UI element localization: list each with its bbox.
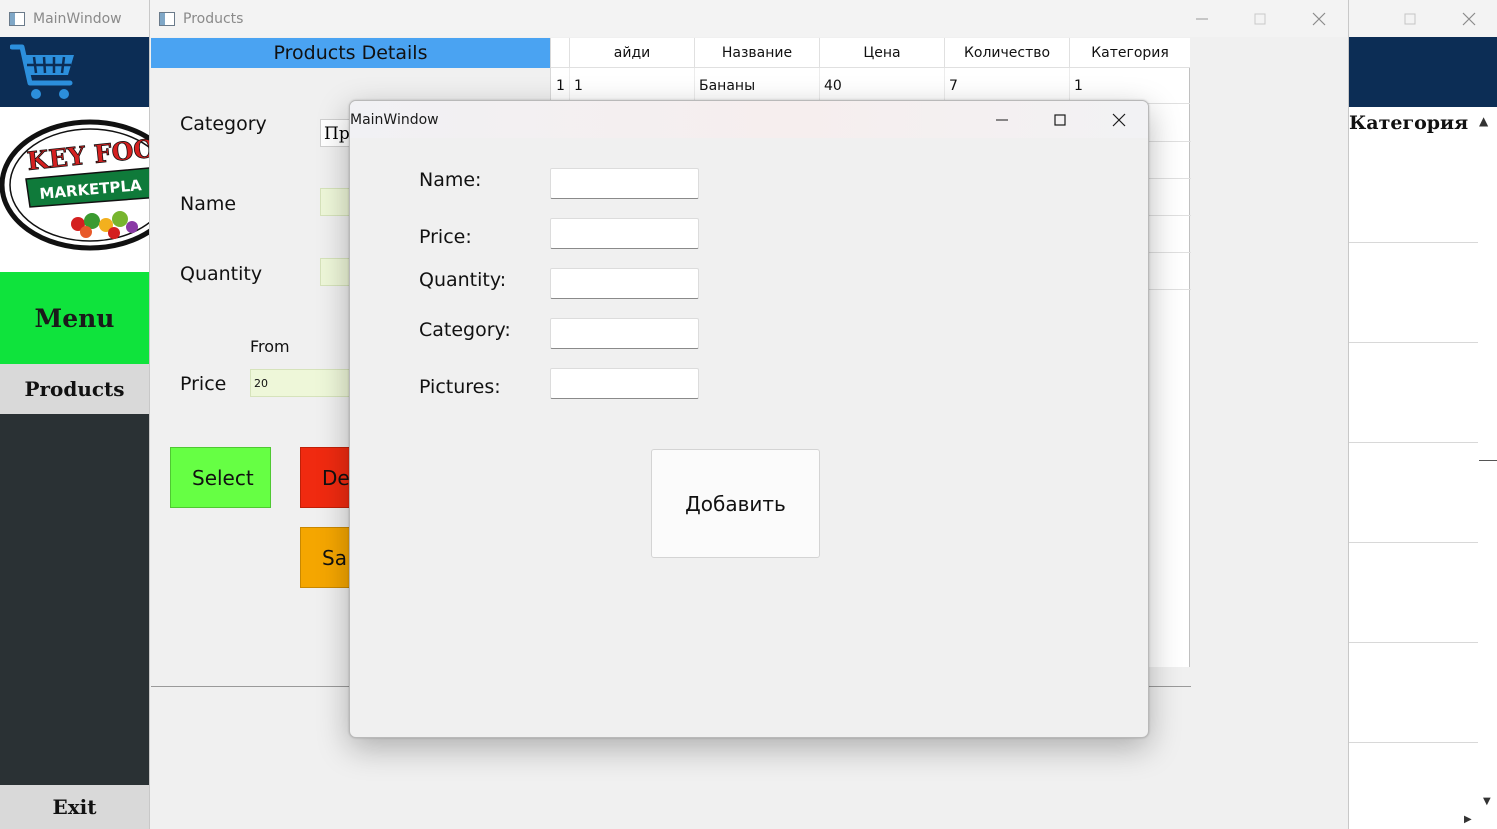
row-divider — [1349, 542, 1478, 543]
products-nav-button[interactable]: Products — [0, 364, 149, 414]
table-cell[interactable]: 7 — [945, 68, 1070, 104]
table-cell[interactable]: 1 — [570, 68, 695, 104]
category-label: Category — [180, 113, 267, 135]
maximize-icon — [1404, 13, 1416, 24]
products-maximize-button[interactable] — [1231, 0, 1289, 37]
table-corner[interactable] — [551, 38, 570, 68]
table-cell[interactable]: 40 — [820, 68, 945, 104]
price-label: Price — [180, 373, 227, 395]
minimize-icon — [1196, 18, 1208, 19]
row-index[interactable]: 1 — [551, 68, 570, 104]
column-header-category[interactable]: Категория — [1070, 38, 1190, 68]
store-logo: KEY FOO MARKETPLA — [0, 107, 149, 272]
background-table-panel — [1349, 107, 1497, 829]
exit-button[interactable]: Exit — [0, 785, 149, 829]
table-cell[interactable]: Бананы — [695, 68, 820, 104]
name-input[interactable] — [550, 168, 699, 199]
category-label: Category: — [419, 319, 511, 341]
sidebar-panel — [0, 414, 149, 785]
background-close-button[interactable] — [1440, 0, 1497, 37]
dialog-close-button[interactable] — [1090, 101, 1148, 138]
dialog-maximize-button[interactable] — [1031, 101, 1089, 138]
dialog-title: MainWindow — [350, 111, 439, 128]
quantity-label: Quantity: — [419, 269, 507, 291]
dialog-minimize-button[interactable] — [973, 101, 1031, 138]
background-column-header: Категория — [1349, 112, 1469, 134]
column-header-price[interactable]: Цена — [820, 38, 945, 68]
name-label: Name: — [419, 169, 482, 191]
background-window-title: MainWindow — [33, 10, 122, 27]
quantity-label: Quantity — [180, 263, 263, 285]
price-input[interactable] — [550, 218, 699, 249]
pictures-input[interactable] — [550, 368, 699, 399]
scrollbar-thumb[interactable] — [1479, 460, 1497, 461]
column-header-id[interactable]: айди — [570, 38, 695, 68]
background-maximize-button[interactable] — [1381, 0, 1439, 37]
row-divider — [1349, 442, 1478, 443]
shopping-cart-icon[interactable] — [9, 41, 78, 107]
products-window-title: Products — [183, 10, 244, 27]
app-icon — [9, 11, 25, 26]
close-icon — [1312, 12, 1326, 25]
column-header-name[interactable]: Название — [695, 38, 820, 68]
select-button[interactable]: Select — [170, 447, 271, 508]
add-product-dialog: MainWindow Name: Price: Quantity: Catego… — [349, 100, 1149, 738]
row-divider — [1349, 642, 1478, 643]
row-divider — [1349, 342, 1478, 343]
row-divider — [1349, 242, 1478, 243]
price-from-field[interactable]: 20 — [250, 369, 360, 397]
minimize-icon — [996, 119, 1008, 120]
close-icon — [1462, 12, 1476, 25]
app-icon — [159, 11, 175, 26]
add-button[interactable]: Добавить — [651, 449, 820, 558]
products-close-button[interactable] — [1290, 0, 1348, 37]
column-header-quantity[interactable]: Количество — [945, 38, 1070, 68]
products-details-header: Products Details — [151, 38, 550, 68]
products-titlebar[interactable]: Products — [150, 0, 1348, 37]
price-label: Price: — [419, 226, 472, 248]
scroll-right-arrow-icon[interactable]: ▶ — [1464, 814, 1472, 825]
scroll-down-arrow-icon[interactable]: ▼ — [1483, 796, 1491, 807]
table-cell[interactable]: 1 — [1070, 68, 1190, 104]
scroll-up-arrow-icon[interactable]: ▲ — [1479, 114, 1488, 128]
maximize-icon — [1054, 113, 1066, 126]
name-label: Name — [180, 193, 237, 215]
price-from-label: From — [250, 337, 290, 356]
quantity-input[interactable] — [550, 268, 699, 299]
maximize-icon — [1254, 13, 1266, 24]
row-divider — [1349, 742, 1478, 743]
close-icon — [1112, 113, 1126, 126]
pictures-label: Pictures: — [419, 376, 501, 398]
category-input[interactable] — [550, 318, 699, 349]
menu-label: Menu — [0, 272, 149, 364]
products-minimize-button[interactable] — [1173, 0, 1231, 37]
